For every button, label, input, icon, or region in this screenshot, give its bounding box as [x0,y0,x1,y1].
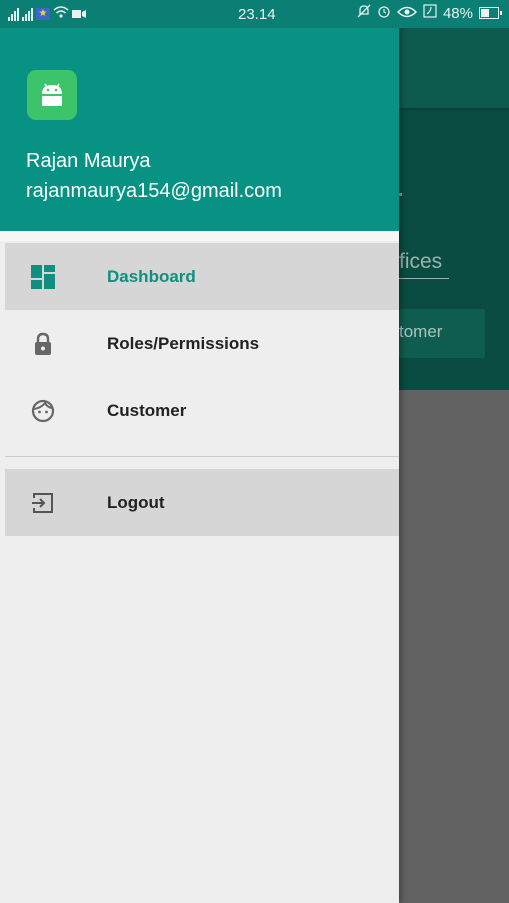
menu-item-dashboard[interactable]: Dashboard [5,243,399,310]
app-button-label: tomer [399,322,443,341]
status-left: ★ [8,5,86,23]
logout-label: Logout [107,492,165,512]
menu-divider [5,456,399,457]
eye-icon [396,5,418,22]
navigation-drawer: Rajan Maurya rajanmaurya154@gmail.com Da… [0,0,399,903]
drawer-header: Rajan Maurya rajanmaurya154@gmail.com [0,28,399,231]
menu-item-customer[interactable]: Customer [5,377,399,444]
face-icon [31,399,55,423]
logout-button[interactable]: Logout [5,469,399,536]
menu-item-label: Customer [107,400,187,420]
battery-percent: 48% [442,4,473,22]
app-field-underline [399,278,449,279]
logout-icon [31,491,55,515]
mute-icon [357,4,371,22]
status-bar: ★ 23.14 48% [0,0,509,28]
screen: fices tomer ★ 23.14 48% Rajan Maurya raj… [0,0,509,903]
header-spacer [0,231,399,241]
signal-icon [8,7,19,21]
battery-icon [479,7,502,19]
menu-item-label: Dashboard [107,266,196,286]
android-icon [42,83,62,106]
avatar[interactable] [27,70,77,120]
user-email: rajanmaurya154@gmail.com [26,180,282,202]
alarm-icon [377,4,391,22]
dashboard-icon [31,264,55,289]
wifi-icon [53,5,69,23]
nfc-icon [423,4,437,22]
app-notification-icon: ★ [36,8,50,20]
signal-icon [22,7,33,21]
status-time: 23.14 [238,6,276,23]
status-right: 48% [357,4,502,22]
menu-item-roles-permissions[interactable]: Roles/Permissions [5,310,399,377]
menu-item-label: Roles/Permissions [107,333,260,353]
video-icon [72,6,86,23]
app-field-text: fices [399,250,443,273]
user-name: Rajan Maurya [26,150,151,172]
lock-icon [31,332,55,356]
